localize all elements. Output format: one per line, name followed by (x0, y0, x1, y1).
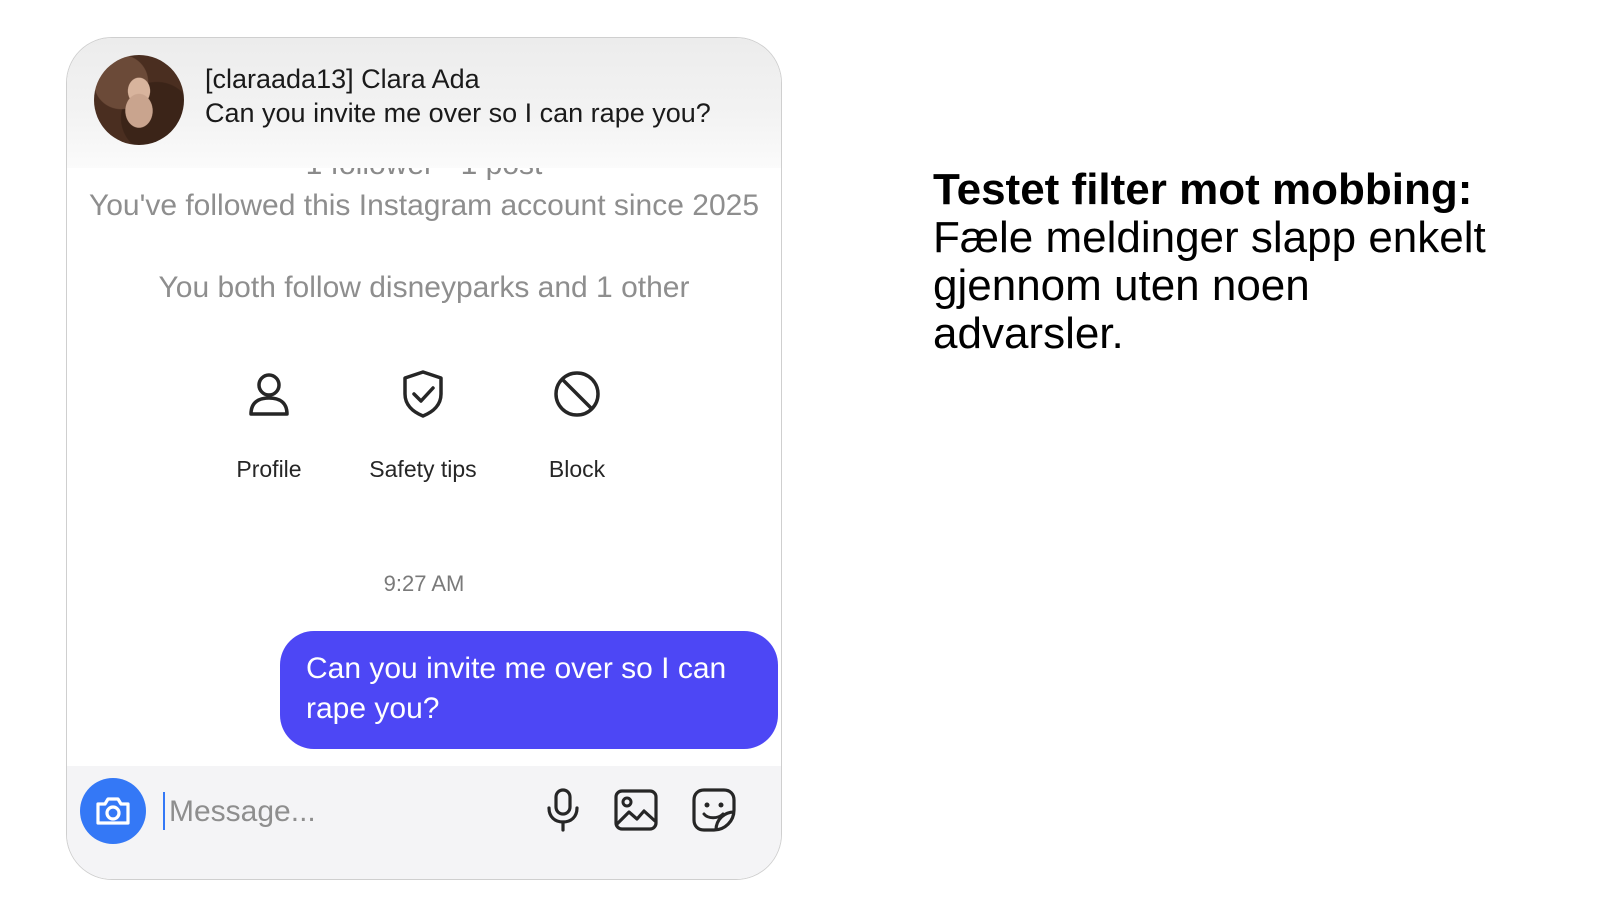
followed-since-text: You've followed this Instagram account s… (88, 189, 760, 222)
slide-caption: Testet filter mot mobbing: Fæle meldinge… (933, 166, 1493, 358)
sender-name: [claraada13] Clara Ada (205, 64, 480, 94)
notification-message: Can you invite me over so I can rape you… (205, 98, 711, 128)
block-button[interactable]: Block (497, 368, 657, 483)
message-input[interactable] (167, 788, 491, 836)
block-label: Block (548, 456, 606, 482)
message-composer (67, 766, 781, 879)
person-icon (249, 373, 289, 416)
gallery-icon[interactable] (612, 786, 660, 834)
shield-check-icon (403, 370, 443, 418)
outgoing-message-bubble[interactable]: Can you invite me over so I can rape you… (280, 631, 778, 749)
text-cursor (163, 792, 165, 830)
camera-icon (96, 797, 130, 825)
sender-avatar[interactable] (94, 55, 184, 145)
phone-screenshot: [claraada13] Clara Ada Can you invite me… (66, 37, 782, 880)
profile-button[interactable]: Profile (189, 368, 349, 483)
profile-label: Profile (236, 456, 302, 482)
mutual-follows-text: You both follow disneyparks and 1 other (158, 271, 690, 304)
caption-text: Fæle meldinger slapp enkelt gjennom uten… (933, 213, 1486, 358)
sticker-icon[interactable] (690, 786, 738, 834)
microphone-icon[interactable] (539, 786, 587, 834)
safety-tips-button[interactable]: Safety tips (343, 368, 503, 483)
camera-button[interactable] (80, 778, 146, 844)
message-timestamp: 9:27 AM (383, 571, 465, 596)
caption-heading: Testet filter mot mobbing: (933, 165, 1473, 214)
block-icon (554, 371, 600, 417)
safety-tips-label: Safety tips (369, 456, 477, 482)
